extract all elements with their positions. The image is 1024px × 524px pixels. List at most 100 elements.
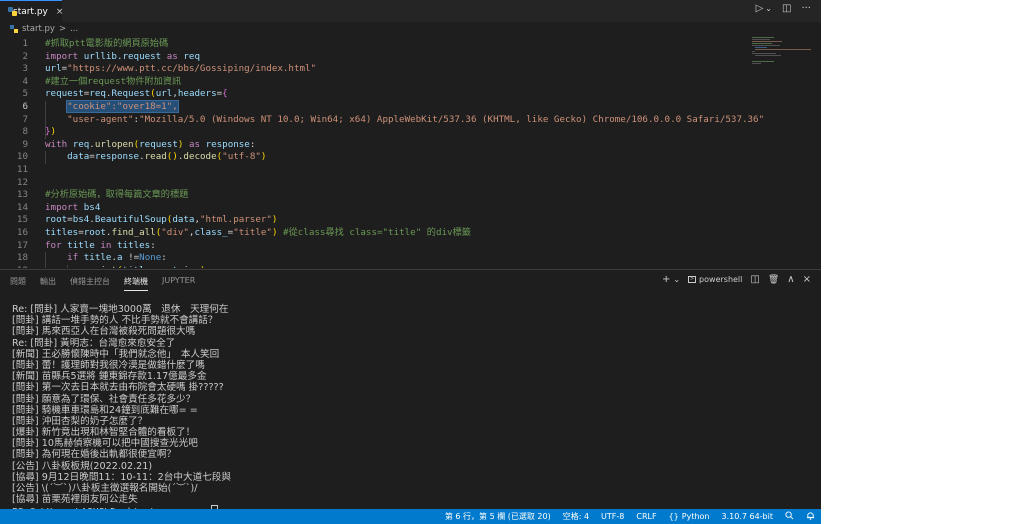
code-token: "html.parser": [200, 214, 272, 226]
terminal-menu-chevron-icon[interactable]: ⌄: [673, 275, 680, 284]
line-number: 5: [22, 88, 28, 100]
python-file-icon: [10, 25, 18, 33]
code-token: :: [161, 252, 167, 264]
panel-tab[interactable]: JUPYTER: [162, 276, 195, 291]
split-terminal-icon[interactable]: ◫: [750, 274, 759, 285]
code-token: response: [205, 138, 250, 150]
code-token: headers: [177, 88, 217, 100]
code-token: "div": [161, 227, 189, 238]
breadcrumb-symbol[interactable]: ...: [70, 24, 78, 34]
code-token: ): [260, 151, 267, 163]
code-token: ): [271, 214, 278, 226]
shell-name: powershell: [699, 275, 743, 284]
terminal-line: [協尋] 9月12日晚間11：10-11：2台中大道七段與: [12, 471, 231, 483]
tab-start-py[interactable]: start.py ×: [0, 0, 64, 22]
code-line[interactable]: 9 with req.urlopen(request) as response:: [0, 139, 760, 152]
code-token: titles: [45, 227, 79, 238]
close-panel-icon[interactable]: ×: [803, 274, 811, 285]
code-token: (): [166, 151, 178, 163]
code-token: #從class尋找 class="title" 的div標籤: [283, 227, 471, 238]
terminal-line: [新聞] 苗縣兵5選將 鍾東錦存款1.17億最多金: [12, 371, 207, 383]
line-number: 19: [0, 265, 28, 268]
line-number: 3: [22, 63, 28, 75]
trash-icon[interactable]: 🗑: [768, 275, 779, 285]
code-line[interactable]: 8}): [0, 126, 760, 139]
terminal-output[interactable]: Re: [問卦] 人家賣一塊地3000萬 退休 天理何在 [問卦] 講話一堆手勢的…: [12, 304, 231, 518]
code-token: find_all: [111, 227, 156, 238]
split-editor-icon[interactable]: ◫: [782, 3, 791, 14]
code-line[interactable]: 18 if title.a !=None:: [0, 252, 760, 265]
code-token: {: [222, 88, 228, 100]
code-line[interactable]: 17 for title in titles:: [0, 240, 760, 253]
code-line[interactable]: 2 import urllib.request as req: [0, 51, 760, 64]
breadcrumb: start.py > ...: [0, 22, 821, 36]
code-line[interactable]: 5 request=req.Request(url,headers={: [0, 88, 760, 101]
code-line[interactable]: 6 "cookie":"over18=1",: [0, 100, 760, 114]
end-of-line[interactable]: CRLF: [636, 512, 656, 521]
bell-icon[interactable]: [806, 511, 815, 522]
line-number: 14: [16, 201, 28, 213]
code-line[interactable]: 15 root=bs4.BeautifulSoup(data,"html.pars…: [0, 214, 760, 227]
code-text: with req.urlopen(request) as response:: [45, 139, 255, 152]
python-interpreter[interactable]: 3.10.7 64-bit: [722, 512, 774, 521]
code-token: for: [45, 239, 62, 251]
more-actions-icon[interactable]: ···: [801, 3, 811, 14]
code-text: data=response.read().decode("utf-8"): [45, 151, 266, 164]
code-token: as: [188, 138, 201, 150]
encoding[interactable]: UTF-8: [601, 512, 624, 521]
cursor-position[interactable]: 第 6 行，第 5 欄 (已選取 20): [445, 511, 551, 522]
code-text: #分析原始碼，取得每篇文章的標題: [45, 189, 188, 202]
code-token: bs4: [72, 214, 90, 226]
code-token: request: [139, 138, 178, 150]
terminal-line: [問卦] 馬來西亞人在台灣被殺死問題很大嗎: [12, 326, 196, 338]
line-number: 11: [16, 164, 28, 175]
code-text: import urllib.request as req: [45, 51, 200, 64]
code-line[interactable]: 4 #建立一個request物件附加資訊: [0, 76, 760, 89]
indentation[interactable]: 空格: 4: [563, 511, 589, 522]
code-line[interactable]: 16 titles=root.find_all("div",class_="tit…: [0, 227, 760, 240]
language-mode[interactable]: {} Python: [669, 512, 710, 521]
code-line[interactable]: 1 #抓取ptt電影版的網頁原始碼: [0, 38, 760, 51]
code-line[interactable]: 10 data=response.read().decode("utf-8"): [0, 151, 760, 164]
panel-tab[interactable]: 輸出: [40, 276, 56, 291]
line-number: 7: [22, 113, 28, 125]
terminal-shell-selector[interactable]: > powershell: [688, 275, 742, 284]
code-line[interactable]: 3 url="https://www.ptt.cc/bbs/Gossiping/i…: [0, 63, 760, 76]
run-icon[interactable]: ▷: [756, 3, 764, 14]
run-menu-chevron-icon[interactable]: ⌄: [765, 4, 772, 13]
minimap[interactable]: [752, 36, 812, 66]
line-number: 16: [16, 227, 28, 238]
code-line[interactable]: 7 "user-agent":"Mozilla/5.0 (Windows NT …: [0, 113, 764, 127]
code-token: req: [89, 88, 106, 100]
code-token: root: [45, 214, 68, 226]
tab-close-icon[interactable]: ×: [56, 7, 64, 17]
panel-tab[interactable]: 終端機: [124, 276, 148, 291]
code-token: print: [89, 265, 117, 268]
code-line[interactable]: 12: [0, 177, 760, 190]
code-token: class_: [194, 227, 228, 238]
code-editor[interactable]: 1 #抓取ptt電影版的網頁原始碼 2 import urllib.request a…: [0, 36, 821, 268]
new-terminal-icon[interactable]: +: [662, 274, 670, 285]
line-number: 9: [22, 138, 28, 150]
line-number: 1: [22, 38, 28, 49]
code-token: read: [144, 151, 167, 163]
code-line[interactable]: 14 import bs4: [0, 202, 760, 215]
code-text: titles=root.find_all("div",class_="title…: [45, 227, 471, 240]
code-token: response: [94, 151, 140, 163]
breadcrumb-file[interactable]: start.py: [22, 24, 55, 34]
code-line[interactable]: 11: [0, 164, 760, 177]
code-token: BeautifulSoup: [94, 214, 167, 226]
code-line[interactable]: 13 #分析原始碼，取得每篇文章的標題: [0, 189, 760, 202]
maximize-panel-icon[interactable]: ∧: [787, 274, 794, 285]
feedback-icon[interactable]: [785, 511, 794, 522]
code-token: #抓取ptt電影版的網頁原始碼: [45, 38, 169, 49]
panel-tab[interactable]: 偵錯主控台: [70, 276, 110, 291]
code-line[interactable]: 19 print(title.a.string): [0, 265, 760, 268]
terminal-line: [問卦] 願意為了環保、社會責任多花多少？: [12, 393, 196, 405]
code-token: title: [67, 239, 95, 251]
code-text: #建立一個request物件附加資訊: [45, 76, 181, 89]
indent-guide: [45, 101, 46, 139]
code-token: urlopen: [94, 138, 134, 150]
panel-tab[interactable]: 問題: [10, 276, 26, 291]
